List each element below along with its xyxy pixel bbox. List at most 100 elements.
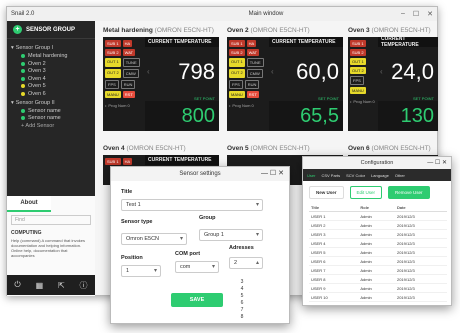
table-cell: 2019/12/3 <box>394 274 447 284</box>
badge: HA <box>246 40 257 47</box>
address-option[interactable]: 7 <box>231 307 253 314</box>
find-input[interactable]: Find <box>11 215 91 225</box>
position-value: 1 <box>126 268 130 274</box>
chevron-down-icon: ▾ <box>179 236 183 242</box>
group-1[interactable]: ▾ Sensor Group I <box>11 45 95 51</box>
close-icon[interactable]: — ☐ ✕ <box>427 157 447 169</box>
table-cell: Admin <box>358 229 395 239</box>
oven-name: Oven 3 <box>348 27 370 34</box>
tab-other[interactable] <box>51 196 95 212</box>
address-option[interactable]: 3 <box>231 279 253 286</box>
badge: HA <box>122 158 133 165</box>
chevron-left-icon[interactable]: ‹ <box>147 67 150 76</box>
close-icon[interactable]: ✕ <box>427 10 433 18</box>
tab-scv-color[interactable]: SCV Color <box>346 173 365 178</box>
group-label: Group <box>199 215 216 221</box>
column-header[interactable]: Date <box>394 204 447 212</box>
sidebar-item-metal-hardening[interactable]: Metal hardening <box>21 53 95 59</box>
power-icon[interactable]: ⏻ <box>14 280 20 290</box>
export-icon[interactable]: ⇱ <box>58 281 65 290</box>
tab-user[interactable]: User <box>307 173 315 178</box>
tab-csv-parts[interactable]: CSV Parts <box>321 173 340 178</box>
tab-language[interactable]: Language <box>371 173 389 178</box>
address-option[interactable]: 6 <box>231 300 253 307</box>
table-row[interactable]: USER 3 Admin 2019/12/3 <box>309 229 447 239</box>
remove-user-button[interactable]: Remove User <box>388 186 430 199</box>
oven-card[interactable]: Metal hardening (OMRON E5CN-HT) SUB 1 HA … <box>103 25 219 133</box>
status-badges: SUB 1 SUB 2 OUT 1 OUT 2 FPS MANU • Prog N… <box>348 37 378 131</box>
prog-num: • Prog Num 0 <box>105 103 143 108</box>
sidebar-item-sensor-1[interactable]: Sensor name <box>21 108 95 114</box>
sensor-type-value: Omron E5CN <box>126 236 160 242</box>
readout: CURRENT TEMPERATURE ‹ 798 SET POINT 800 <box>145 37 219 131</box>
title-input[interactable]: Test 1 ▾ <box>121 199 263 211</box>
column-header[interactable]: Title <box>309 204 359 212</box>
oven-name: Oven 4 <box>103 145 125 152</box>
table-cell: USER 4 <box>309 238 359 248</box>
prog-label: Prog Num 0 <box>353 99 375 104</box>
table-row[interactable]: USER 5 Admin 2019/12/3 <box>309 247 447 257</box>
tab-about[interactable]: About <box>7 196 51 212</box>
table-row[interactable]: USER 9 Admin 2019/12/3 <box>309 283 447 293</box>
stage: Snail 2.0 Main window – ☐ ✕ + SENSOR GRO… <box>0 0 460 333</box>
address-option[interactable]: 4 <box>231 286 253 293</box>
grid-icon[interactable]: ▦ <box>36 281 44 290</box>
table-row[interactable]: USER 6 Admin 2019/12/3 <box>309 256 447 266</box>
oven-card[interactable]: Oven 2 (OMRON E5CN-HT) SUB 1 HA SUB 2 WAT … <box>227 25 343 133</box>
oven-model: (OMRON E5CN-HT) <box>154 27 214 34</box>
chevron-left-icon[interactable]: ‹ <box>380 67 383 76</box>
sidebar-item-oven-4[interactable]: Oven 4 <box>21 76 95 82</box>
add-group-icon[interactable]: + <box>13 25 22 34</box>
oven-card[interactable]: Oven 3 (OMRON E5CN-HT) SUB 1 SUB 2 OUT 1… <box>348 25 438 133</box>
table-header-row: Title Role Date <box>309 204 447 212</box>
current-temp-header: CURRENT TEMPERATURE <box>145 37 219 47</box>
address-option[interactable]: 5 <box>231 293 253 300</box>
table-row[interactable]: USER 4 Admin 2019/12/3 <box>309 238 447 248</box>
sidebar-item-oven-2[interactable]: Oven 2 <box>21 61 95 67</box>
edit-user-button[interactable]: Edit User <box>349 186 383 199</box>
badge: SUB 2 <box>350 49 366 56</box>
address-option[interactable]: 8 <box>231 314 253 321</box>
tab-other[interactable]: Other <box>395 173 405 178</box>
sidebar-item-oven-3[interactable]: Oven 3 <box>21 68 95 74</box>
com-port-select[interactable]: com ▾ <box>175 261 219 273</box>
chevron-left-icon[interactable]: ‹ <box>271 67 274 76</box>
sidebar-item-oven-5[interactable]: Oven 5 <box>21 83 95 89</box>
table-row[interactable]: USER 1 Admin 2019/12/3 <box>309 211 447 221</box>
status-green-icon <box>21 69 25 73</box>
prog-label: Prog Num 0 <box>232 103 254 108</box>
collapse-icon[interactable]: ▾ <box>11 100 14 106</box>
sensor-type-select[interactable]: Omron E5CN ▾ <box>121 233 187 245</box>
close-icon[interactable]: — ☐ ✕ <box>261 167 284 181</box>
column-header[interactable]: Role <box>358 204 395 212</box>
minimize-icon[interactable]: – <box>401 10 405 18</box>
new-user-button[interactable]: New User <box>309 186 344 199</box>
table-row[interactable]: USER 2 Admin 2019/12/3 <box>309 220 447 230</box>
group-2[interactable]: ▾ Sensor Group II <box>11 100 95 106</box>
oven-panel: SUB 1 HA SUB 2 WAT OUT 1 TUNE OUT 2 CMW FPS R… <box>227 37 343 131</box>
collapse-icon[interactable]: ▾ <box>11 45 14 51</box>
badge: TUNE <box>246 58 264 67</box>
table-row[interactable]: USER 10 Admin 2019/12/3 <box>309 292 447 302</box>
item-label: Oven 3 <box>28 68 46 74</box>
table-row[interactable]: USER 7 Admin 2019/12/3 <box>309 265 447 275</box>
group-2-name: Sensor Group II <box>15 99 55 106</box>
badge: OUT 2 <box>229 69 245 78</box>
oven-title: Oven 5 (OMRON E5CN-HT) <box>227 143 343 155</box>
group-1-name: Sensor Group I <box>15 45 54 51</box>
table-row[interactable]: USER 8 Admin 2019/12/3 <box>309 274 447 284</box>
table-cell: Admin <box>358 283 395 293</box>
maximize-icon[interactable]: ☐ <box>413 10 419 18</box>
position-select[interactable]: 1 ▾ <box>121 265 161 277</box>
sensor-group-header[interactable]: + SENSOR GROUP <box>7 21 95 39</box>
sidebar-item-sensor-2[interactable]: Sensor name <box>21 115 95 121</box>
badge: OUT 1 <box>105 58 121 67</box>
sidebar-item-oven-6[interactable]: Oven 6 <box>21 91 95 97</box>
bullet-icon: • <box>229 103 231 108</box>
address-select[interactable]: 2 ▴ <box>229 257 263 269</box>
info-icon[interactable]: ⓘ <box>80 280 88 291</box>
readout: CURRENT TEMPERATURE ‹ 60,0 SET POINT 65,5 <box>269 37 343 131</box>
save-button[interactable]: SAVE <box>171 293 223 307</box>
add-sensor-link[interactable]: + Add Sensor <box>21 123 95 129</box>
group-select[interactable]: Group 1 ▾ <box>199 229 263 241</box>
